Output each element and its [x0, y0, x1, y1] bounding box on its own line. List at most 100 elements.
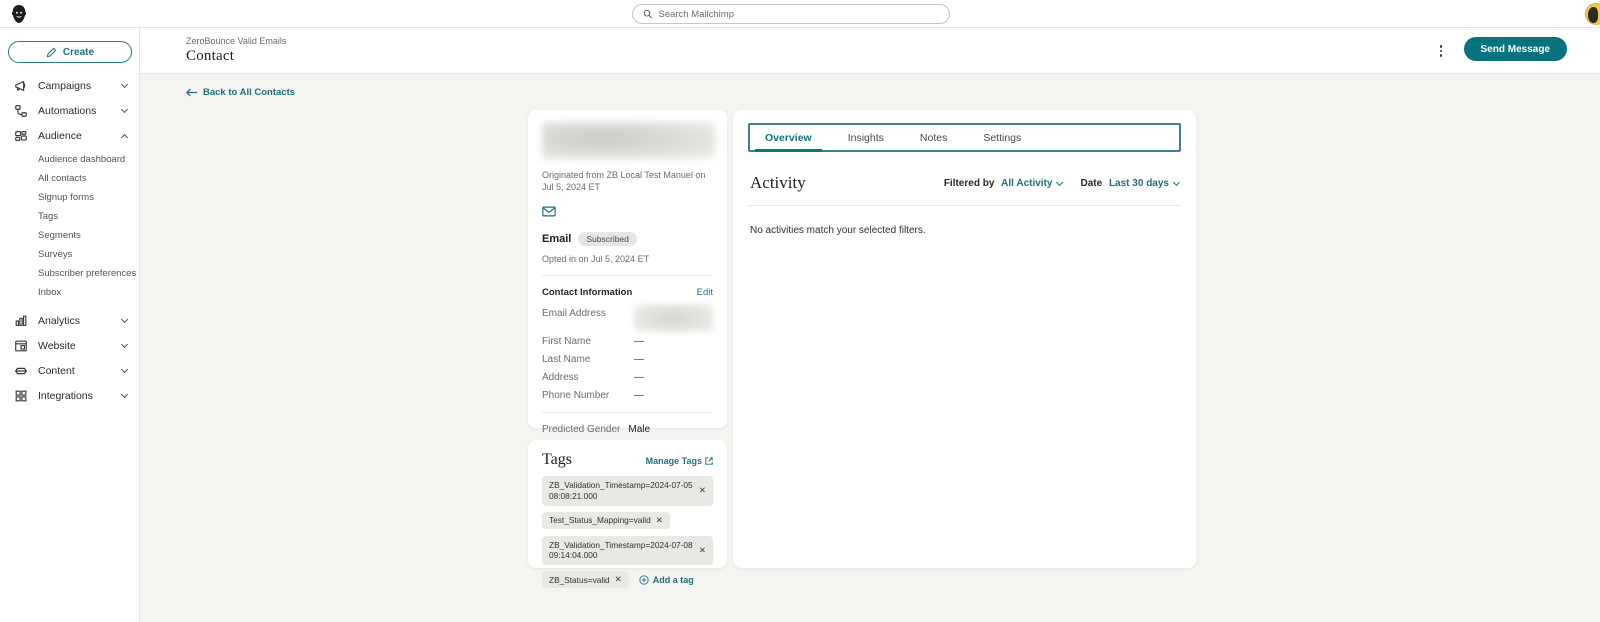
empty-activity-message: No activities match your selected filter… — [750, 225, 926, 236]
sidebar-item-website[interactable]: Website — [0, 333, 139, 358]
external-link-icon — [705, 457, 713, 465]
contact-name-redacted — [542, 122, 715, 159]
tag-label: ZB_Validation_Timestamp=2024-07-08 09:14… — [549, 539, 693, 561]
more-options-button[interactable] — [1433, 41, 1449, 61]
filtered-by-label: Filtered by — [943, 177, 995, 189]
megaphone-icon — [13, 78, 28, 93]
field-value: — — [634, 336, 644, 348]
tab-overview[interactable]: Overview — [755, 125, 822, 152]
field-first-name: First Name — — [542, 336, 713, 347]
activity-title: Activity — [750, 173, 806, 192]
tags-title: Tags — [542, 451, 572, 468]
activity-filter-dropdown[interactable]: All Activity — [1001, 177, 1064, 189]
mailchimp-logo[interactable] — [8, 3, 30, 25]
tag-chip: ZB_Validation_Timestamp=2024-07-05 08:08… — [542, 476, 713, 506]
sidebar-item-inbox[interactable]: Inbox — [0, 283, 139, 302]
divider — [748, 205, 1181, 206]
pencil-icon — [46, 47, 57, 57]
audience-submenu: Audience dashboard All contacts Signup f… — [0, 150, 139, 302]
tab-settings[interactable]: Settings — [973, 125, 1031, 150]
tag-label: Test_Status_Mapping=valid — [549, 515, 651, 526]
search-input[interactable] — [658, 8, 939, 20]
sidebar-item-subscriber-preferences[interactable]: Subscriber preferences — [0, 264, 139, 283]
chevron-down-icon — [120, 365, 129, 374]
search-icon — [643, 9, 653, 19]
tab-notes[interactable]: Notes — [910, 125, 957, 150]
field-last-name: Last Name — — [542, 354, 713, 365]
chevron-down-icon — [1172, 178, 1181, 186]
remove-tag-icon[interactable]: ✕ — [615, 574, 622, 585]
global-search[interactable] — [632, 4, 950, 24]
user-avatar[interactable] — [1585, 3, 1600, 25]
predicted-value: Male — [628, 424, 651, 436]
sidebar-item-signup-forms[interactable]: Signup forms — [0, 188, 139, 207]
contact-information-title: Contact Information — [542, 287, 633, 299]
tag-chip: ZB_Validation_Timestamp=2024-07-08 09:14… — [542, 535, 713, 566]
chevron-up-icon — [120, 133, 129, 141]
send-message-button[interactable]: Send Message — [1463, 37, 1567, 61]
date-filter-dropdown[interactable]: Last 30 days — [1108, 177, 1181, 189]
sidebar-item-label: Integrations — [38, 389, 93, 402]
tag-label: ZB_Validation_Timestamp=2024-07-05 08:08… — [549, 480, 693, 501]
add-tag-button[interactable]: Add a tag — [639, 575, 694, 585]
email-value-redacted — [634, 304, 713, 333]
remove-tag-icon[interactable]: ✕ — [656, 515, 663, 526]
divider — [542, 275, 713, 277]
chevron-down-icon — [120, 390, 129, 399]
sidebar-item-surveys[interactable]: Surveys — [0, 245, 139, 264]
breadcrumb[interactable]: ZeroBounce Valid Emails — [186, 36, 286, 46]
field-label: Phone Number — [542, 390, 610, 402]
manage-tags-link[interactable]: Manage Tags — [646, 456, 713, 466]
remove-tag-icon[interactable]: ✕ — [699, 485, 706, 496]
remove-tag-icon[interactable]: ✕ — [699, 545, 706, 556]
date-filter-value: Last 30 days — [1108, 177, 1169, 189]
sidebar-item-analytics[interactable]: Analytics — [0, 308, 139, 333]
tab-insights[interactable]: Insights — [838, 125, 894, 150]
sidebar-item-label: Campaigns — [38, 79, 92, 92]
field-address: Address — — [542, 372, 713, 383]
predicted-label: Predicted Gender — [542, 424, 621, 436]
chevron-down-icon — [120, 105, 129, 114]
chevron-down-icon — [120, 340, 129, 349]
sidebar-item-label: Content — [38, 364, 75, 377]
sidebar-item-automations[interactable]: Automations — [0, 98, 139, 123]
originated-text: Originated from ZB Local Test Manuel on … — [542, 170, 706, 193]
field-value: — — [634, 390, 644, 402]
contact-tabs: Overview Insights Notes Settings — [748, 123, 1181, 152]
sidebar-item-content[interactable]: Content — [0, 358, 139, 383]
sidebar-item-label: Analytics — [38, 314, 81, 327]
sidebar-item-audience[interactable]: Audience — [0, 123, 139, 148]
sidebar-item-segments[interactable]: Segments — [0, 226, 139, 245]
sidebar-item-label: Audience — [38, 129, 82, 142]
field-phone-number: Phone Number — — [542, 390, 713, 401]
activity-filter-value: All Activity — [1001, 177, 1053, 189]
field-email-address: Email Address — [542, 304, 713, 333]
divider — [542, 412, 713, 414]
sidebar: Create Campaigns Automations Audience Au… — [0, 28, 140, 622]
create-button-label: Create — [62, 46, 95, 58]
create-button[interactable]: Create — [8, 41, 132, 63]
content-icon — [13, 363, 28, 378]
manage-tags-label: Manage Tags — [645, 456, 702, 466]
sidebar-item-all-contacts[interactable]: All contacts — [0, 169, 139, 188]
predicted-gender-row: Predicted Gender Male — [542, 424, 713, 435]
back-to-all-contacts-link[interactable]: Back to All Contacts — [186, 87, 295, 98]
sidebar-item-integrations[interactable]: Integrations — [0, 383, 139, 408]
edit-link[interactable]: Edit — [697, 287, 713, 298]
email-channel-icon — [542, 204, 713, 222]
tag-label: ZB_Status=valid — [549, 574, 610, 585]
sidebar-item-tags[interactable]: Tags — [0, 207, 139, 226]
chevron-down-icon — [120, 80, 129, 89]
back-link-label: Back to All Contacts — [203, 87, 296, 98]
field-value: — — [634, 354, 644, 366]
workflow-icon — [13, 103, 28, 118]
arrow-left-icon — [186, 88, 198, 97]
channel-label: Email — [542, 233, 572, 246]
sidebar-nav: Campaigns Automations Audience Audience … — [0, 73, 139, 408]
sidebar-item-campaigns[interactable]: Campaigns — [0, 73, 139, 98]
sidebar-item-audience-dashboard[interactable]: Audience dashboard — [0, 150, 139, 169]
sidebar-item-label: Automations — [38, 104, 97, 117]
field-label: Address — [542, 372, 579, 384]
chevron-down-icon — [120, 315, 129, 324]
field-value: — — [634, 372, 644, 384]
